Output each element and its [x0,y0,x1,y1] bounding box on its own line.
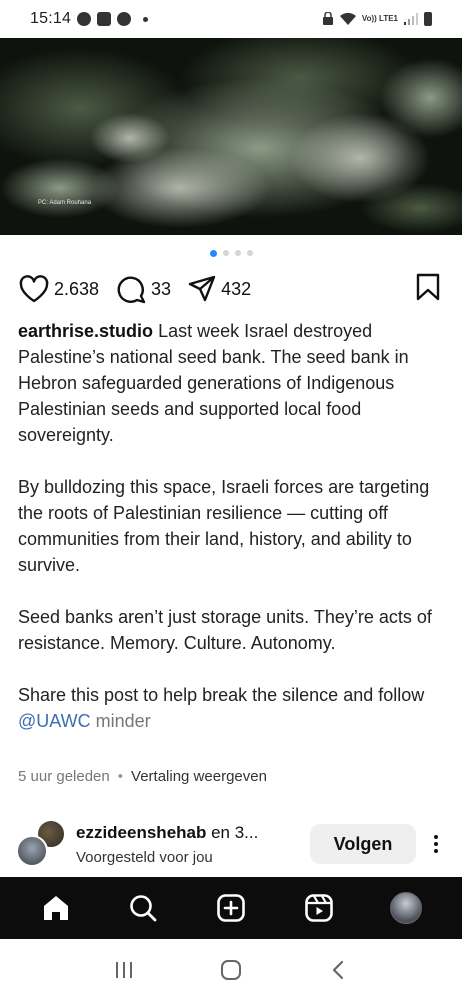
more-icon-dot [434,842,438,846]
comment-count: 33 [151,278,172,299]
wifi-icon [339,12,356,25]
meta-separator: • [117,768,124,785]
suggested-account: ezzideenshehab en 3... Voorgesteld voor … [16,817,446,871]
translate-link[interactable]: Vertaling weergeven [131,768,267,785]
signal-icon [404,13,418,25]
like-button[interactable]: 2.638 [18,274,99,304]
tab-reels[interactable] [296,885,342,931]
reels-icon [304,894,333,922]
more-icon [434,835,438,839]
search-icon [130,895,157,922]
less-link[interactable]: minder [96,711,151,731]
recents-icon [115,961,132,978]
send-icon [188,275,216,302]
tab-search[interactable] [120,885,166,931]
carousel-dot [222,250,229,256]
whatsapp-icon [77,12,92,26]
pinterest-icon [117,12,132,26]
heart-icon [19,275,49,303]
suggested-suffix: en 3... [206,822,259,842]
more-options-button[interactable] [426,824,446,864]
post-caption: earthrise.studio Last week Israel destro… [18,318,448,734]
carousel-dot [209,249,217,257]
caption-paragraph: By bulldozing this space, Israeli forces… [18,477,430,575]
avatar [16,835,48,867]
carousel-dot [234,250,241,256]
more-icon-dot [434,849,438,853]
home-system-button[interactable] [211,950,251,990]
bookmark-icon [416,273,440,300]
photo-credit: PC: Adam Rouhana [38,200,92,206]
status-time: 15:14 [30,10,72,27]
save-button[interactable] [416,273,440,306]
recents-button[interactable] [104,950,144,990]
photo-icon [97,12,112,26]
system-nav-bar [0,939,462,1000]
caption-username[interactable]: earthrise.studio [18,321,153,341]
status-bar: 15:14 Vo)) LTE1 [0,0,462,38]
back-button[interactable] [318,950,358,990]
bottom-tab-bar [0,877,462,939]
comment-button[interactable]: 33 [115,274,171,304]
post-photo[interactable]: PC: Adam Rouhana [0,38,462,235]
share-count: 432 [221,278,252,299]
post-actions: 2.638 33 432 [18,272,444,306]
alarm-lock-icon [322,12,333,25]
like-count: 2.638 [54,278,100,299]
caption-paragraph: Share this post to help break the silenc… [18,685,425,705]
follow-button[interactable]: Volgen [310,824,416,864]
more-notifications-icon [143,16,149,22]
post-timestamp: 5 uur geleden [18,768,110,785]
home-circle-icon [220,959,241,980]
suggested-subtitle: Voorgesteld voor jou [76,848,213,866]
caption-paragraph: Seed banks aren’t just storage units. Th… [18,607,432,653]
post-meta: 5 uur geleden • Vertaling weergeven [18,768,267,785]
tab-profile[interactable] [383,885,429,931]
network-label: Vo)) LTE1 [361,14,398,23]
tab-home[interactable] [33,885,79,931]
suggested-username: ezzideenshehab [76,822,207,842]
tab-create[interactable] [208,885,254,931]
home-icon [43,896,68,920]
create-icon [217,894,245,922]
suggested-name[interactable]: ezzideenshehab en 3... [76,823,258,843]
mention-link[interactable]: @UAWC [18,711,91,731]
carousel-indicator [0,249,462,257]
suggested-avatars[interactable] [16,819,66,869]
battery-icon [424,12,432,26]
back-icon [333,960,344,979]
profile-avatar [390,892,423,924]
comment-icon [117,276,146,304]
carousel-dot [246,250,253,256]
share-button[interactable]: 432 [187,274,251,304]
